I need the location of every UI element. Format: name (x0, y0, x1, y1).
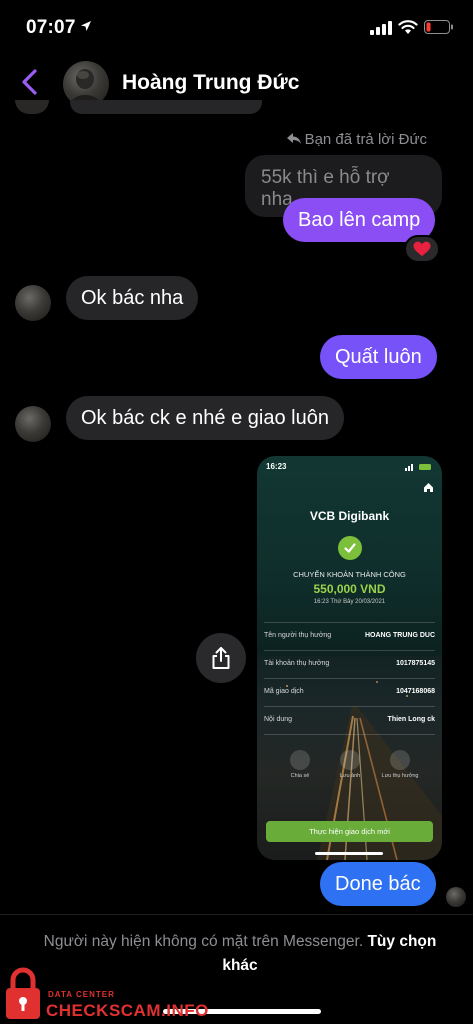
share-icon (212, 647, 230, 669)
reply-indicator: Bạn đã trả lời Đức (286, 131, 427, 148)
receipt-status-icons (405, 463, 433, 473)
share-nodes-icon (290, 750, 310, 770)
receipt-row-label: Tài khoản thụ hưởng (264, 660, 330, 667)
padlock-watermark-icon (6, 967, 40, 1019)
reply-indicator-text: Bạn đã trả lời Đức (304, 131, 427, 148)
status-bar: 07:07 (0, 0, 473, 56)
receipt-action-label: Lưu thụ hưởng (381, 773, 419, 779)
transfer-datetime: 16:23 Thứ Bảy 20/03/2021 (313, 599, 386, 605)
watermark-text: CHECKSCAM.INFO (46, 1001, 209, 1020)
back-chevron-icon[interactable] (16, 68, 44, 96)
home-icon (424, 483, 433, 492)
person-icon (390, 750, 410, 770)
partial-message-bubble (70, 100, 262, 114)
receipt-row-value: Thien Long ck (387, 716, 435, 723)
transfer-status-title: CHUYỂN KHOẢN THÀNH CÔNG (293, 570, 406, 579)
success-check-icon (338, 536, 362, 560)
message-reaction[interactable] (404, 235, 440, 263)
unavailable-notice: Người này hiện không có mặt trên Messeng… (30, 930, 450, 978)
receipt-action-label: Chia sẻ (290, 773, 310, 779)
seen-receipt-avatar (446, 887, 466, 907)
receipt-action-save-beneficiary: Lưu thụ hưởng (375, 750, 425, 779)
status-time: 07:07 (26, 17, 76, 38)
sent-message[interactable]: Quất luôn (320, 335, 437, 379)
share-button[interactable] (196, 633, 246, 683)
new-transaction-button: Thực hiện giao dịch mới (266, 821, 433, 842)
received-message[interactable]: Ok bác ck e nhé e giao luôn (66, 396, 344, 440)
receipt-row-value: 1047168068 (396, 688, 435, 695)
received-message[interactable]: Ok bác nha (66, 276, 199, 320)
transfer-amount: 550,000 VND (313, 582, 386, 596)
receipt-row-label: Tên người thụ hưởng (264, 632, 332, 639)
receipt-home-indicator (315, 852, 383, 855)
sender-avatar[interactable] (15, 406, 51, 442)
reply-arrow-icon (286, 133, 301, 144)
watermark-label: DATA CENTER (48, 990, 115, 999)
receipt-row-label: Nội dung (264, 716, 293, 723)
camera-icon (340, 750, 360, 770)
receipt-action-label: Lưu ảnh (339, 773, 361, 779)
receipt-row: Nội dung Thien Long ck (264, 706, 435, 734)
cellular-signal-icon (370, 21, 392, 35)
unavailable-notice-text: Người này hiện không có mặt trên Messeng… (43, 933, 364, 950)
receipt-image[interactable]: 16:23 VCB Digibank CHUYỂN KHOẢN THÀNH CÔ… (257, 456, 442, 860)
sender-avatar[interactable] (15, 285, 51, 321)
footer-divider (0, 914, 473, 915)
receipt-status-time: 16:23 (266, 462, 287, 471)
receipt-row: Tên người thụ hưởng HOANG TRUNG DUC (264, 622, 435, 650)
heart-reaction-icon (413, 241, 431, 256)
wifi-icon (398, 20, 418, 34)
receipt-row: Mã giao dịch 1047168068 (264, 678, 435, 706)
receipt-row-label: Mã giao dịch (264, 688, 304, 695)
receipt-action-share: Chia sẻ (275, 750, 325, 779)
bank-brand: VCB Digibank (309, 509, 390, 523)
receipt-row-value: HOANG TRUNG DUC (365, 632, 435, 639)
receipt-row: Tài khoản thụ hưởng 1017875145 (264, 650, 435, 678)
sent-message[interactable]: Done bác (320, 862, 436, 906)
contact-name[interactable]: Hoàng Trung Đức (122, 71, 299, 95)
receipt-action-save-image: Lưu ảnh (325, 750, 375, 779)
battery-low-icon (424, 20, 453, 34)
receipt-row-value: 1017875145 (396, 660, 435, 667)
location-arrow-icon (81, 21, 91, 31)
